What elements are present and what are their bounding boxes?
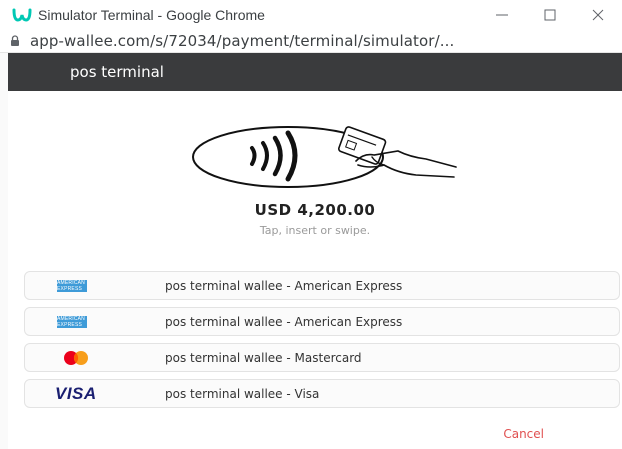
payment-instruction: Tap, insert or swipe. — [259, 224, 371, 237]
amex-logo: AMERICAN EXPRESS — [57, 315, 87, 328]
close-icon[interactable] — [574, 0, 622, 30]
window-title-bar: Simulator Terminal - Google Chrome — [0, 0, 622, 30]
window-title: Simulator Terminal - Google Chrome — [38, 7, 265, 23]
payment-method-label: pos terminal wallee - American Express — [165, 278, 403, 293]
maximize-icon[interactable] — [526, 0, 574, 30]
minimize-icon[interactable] — [478, 0, 526, 30]
mastercard-logo — [41, 344, 113, 371]
payment-method-amex[interactable]: AMERICAN EXPRESS pos terminal wallee - A… — [24, 307, 620, 336]
payment-method-amex[interactable]: AMERICAN EXPRESS pos terminal wallee - A… — [24, 271, 620, 300]
address-bar[interactable]: app-wallee.com/s/72034/payment/terminal/… — [0, 30, 622, 53]
wallee-logo-icon — [8, 4, 36, 26]
payment-method-label: pos terminal wallee - Visa — [165, 386, 320, 401]
url-text[interactable]: app-wallee.com/s/72034/payment/terminal/… — [30, 32, 600, 50]
amex-logo: AMERICAN EXPRESS — [57, 279, 87, 292]
payment-method-label: pos terminal wallee - American Express — [165, 314, 403, 329]
cancel-button[interactable]: Cancel — [503, 427, 544, 441]
payment-amount: USD 4,200.00 — [254, 201, 376, 219]
payment-method-label: pos terminal wallee - Mastercard — [165, 350, 362, 365]
payment-panel: USD 4,200.00 Tap, insert or swipe. AMERI… — [8, 91, 622, 449]
contactless-tap-card-icon — [188, 121, 458, 191]
window-controls — [478, 0, 622, 30]
header-title: pos terminal — [70, 63, 164, 81]
lock-icon[interactable] — [0, 35, 30, 47]
payment-method-visa[interactable]: VISA pos terminal wallee - Visa — [24, 379, 620, 408]
terminal-header: pos terminal — [8, 53, 622, 91]
payment-method-list: AMERICAN EXPRESS pos terminal wallee - A… — [24, 271, 620, 415]
payment-method-mastercard[interactable]: pos terminal wallee - Mastercard — [24, 343, 620, 372]
visa-logo: VISA — [55, 383, 97, 403]
